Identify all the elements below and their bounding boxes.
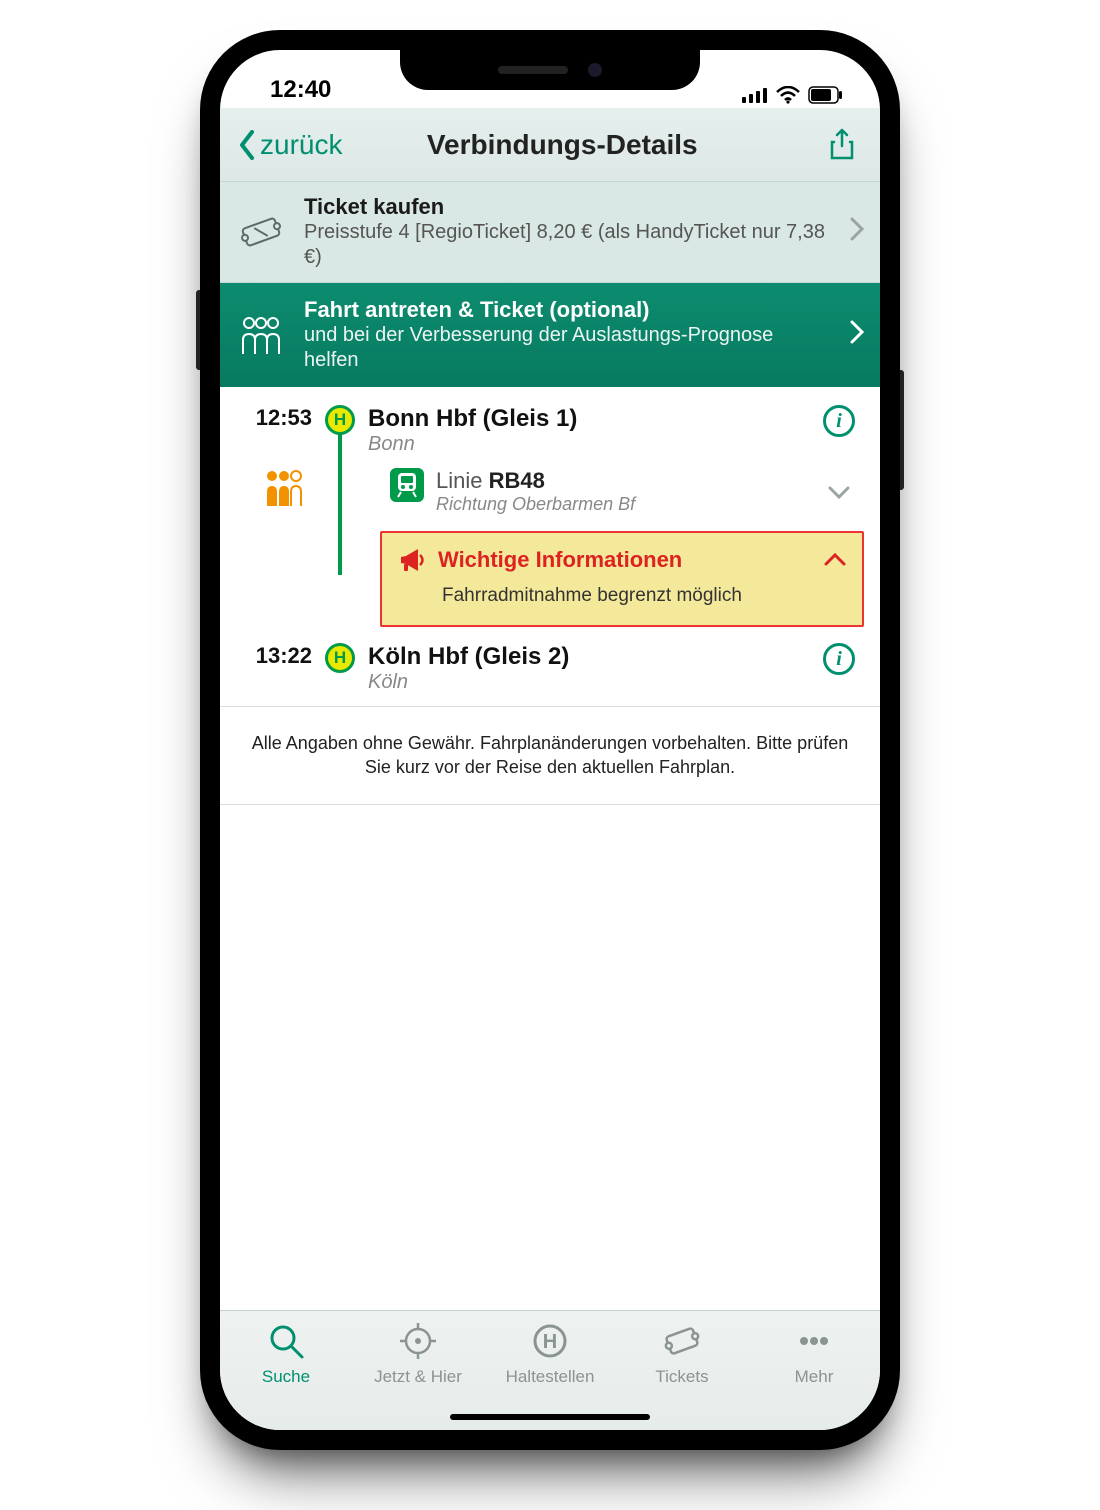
arrival-time: 13:22 xyxy=(236,643,312,694)
tab-label: Tickets xyxy=(655,1367,708,1387)
alert-title: Wichtige Informationen xyxy=(438,547,682,573)
tab-more[interactable]: Mehr xyxy=(748,1321,880,1430)
stop-marker-icon: H xyxy=(325,405,355,435)
line-number: RB48 xyxy=(489,468,545,493)
battery-icon xyxy=(808,86,844,104)
important-info-alert[interactable]: Wichtige Informationen Fahrradmitnahme b… xyxy=(380,531,864,627)
status-time: 12:40 xyxy=(270,76,331,104)
line-direction: Richtung Oberbarmen Bf xyxy=(436,494,635,515)
disclaimer-text: Alle Angaben ohne Gewähr. Fahrplanänderu… xyxy=(220,706,880,805)
megaphone-icon xyxy=(398,547,428,573)
arrival-stop: Köln Hbf (Gleis 2) xyxy=(368,643,814,671)
more-icon xyxy=(794,1321,834,1361)
start-trip-title: Fahrt antreten & Ticket (optional) xyxy=(304,297,832,323)
chevron-down-icon xyxy=(828,476,864,507)
chevron-right-icon xyxy=(850,319,864,351)
svg-text:H: H xyxy=(543,1331,557,1353)
tab-search[interactable]: Suche xyxy=(220,1321,352,1430)
departure-stop: Bonn Hbf (Gleis 1) xyxy=(368,405,814,433)
tab-label: Jetzt & Hier xyxy=(374,1367,462,1387)
stop-icon: H xyxy=(530,1321,570,1361)
journey-leg[interactable]: Linie RB48 Richtung Oberbarmen Bf xyxy=(220,458,880,521)
chevron-up-icon xyxy=(824,553,846,567)
line-prefix: Linie xyxy=(436,468,482,493)
departure-time: 12:53 xyxy=(236,405,312,456)
ticket-icon xyxy=(662,1321,702,1361)
people-icon xyxy=(236,314,286,356)
tab-label: Mehr xyxy=(795,1367,834,1387)
departure-info-button[interactable]: i xyxy=(823,405,855,437)
chevron-left-icon xyxy=(238,130,256,160)
departure-city: Bonn xyxy=(368,433,814,456)
buy-ticket-subtitle: Preisstufe 4 [RegioTicket] 8,20 € (als H… xyxy=(304,220,832,270)
share-button[interactable] xyxy=(822,128,862,162)
page-title: Verbindungs-Details xyxy=(302,129,822,161)
tab-label: Haltestellen xyxy=(506,1367,595,1387)
wifi-icon xyxy=(776,86,800,104)
ticket-icon xyxy=(236,215,286,249)
status-icons xyxy=(742,86,844,104)
search-icon xyxy=(266,1321,306,1361)
buy-ticket-row[interactable]: Ticket kaufen Preisstufe 4 [RegioTicket]… xyxy=(220,182,880,283)
buy-ticket-title: Ticket kaufen xyxy=(304,194,832,220)
occupancy-icon xyxy=(236,468,312,515)
train-icon xyxy=(390,468,424,502)
stop-marker-icon: H xyxy=(325,643,355,673)
tab-label: Suche xyxy=(262,1367,310,1387)
locate-icon xyxy=(398,1321,438,1361)
start-trip-subtitle: und bei der Verbesserung der Auslastungs… xyxy=(304,323,832,373)
home-indicator[interactable] xyxy=(450,1414,650,1420)
share-icon xyxy=(828,128,856,162)
alert-body: Fahrradmitnahme begrenzt möglich xyxy=(398,573,846,607)
arrival-info-button[interactable]: i xyxy=(823,643,855,675)
start-trip-row[interactable]: Fahrt antreten & Ticket (optional) und b… xyxy=(220,283,880,387)
signal-icon xyxy=(742,87,768,103)
chevron-right-icon xyxy=(850,216,864,248)
arrival-city: Köln xyxy=(368,671,814,694)
